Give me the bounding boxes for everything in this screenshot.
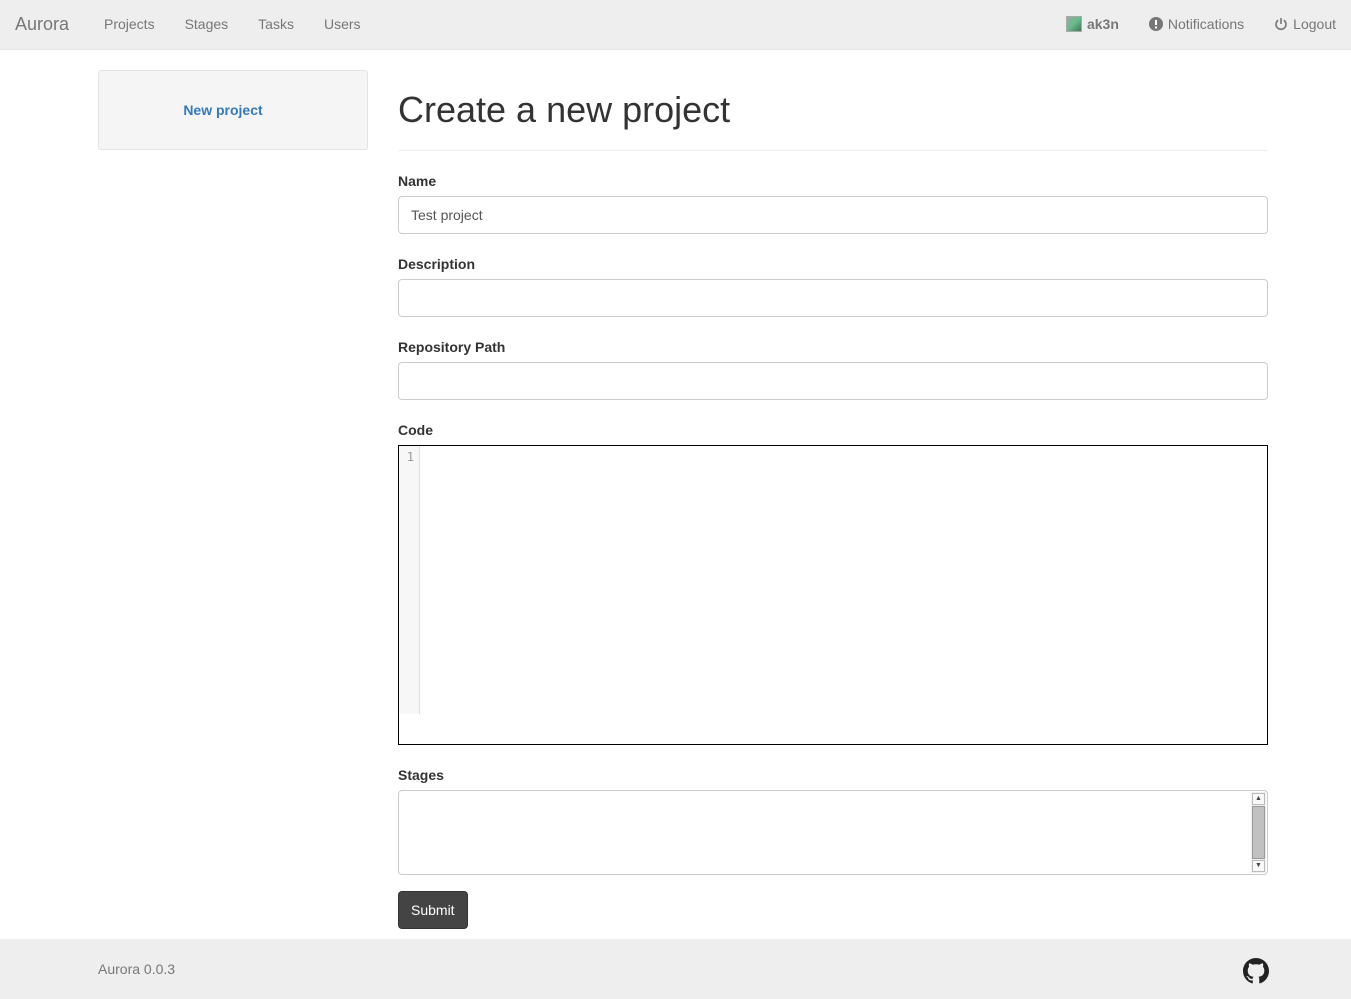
sidebar-item-new-project[interactable]: New project	[183, 102, 262, 118]
name-group: Name	[398, 173, 1268, 234]
page-title: Create a new project	[398, 90, 1268, 151]
line-number: 1	[406, 449, 414, 464]
submit-button[interactable]: Submit	[398, 890, 468, 929]
nav-link-users[interactable]: Users	[324, 16, 361, 32]
github-icon[interactable]	[1243, 958, 1269, 984]
nav-link-projects[interactable]: Projects	[104, 16, 155, 32]
top-navbar: Aurora Projects Stages Tasks Users ak3n …	[0, 0, 1351, 50]
user-name: ak3n	[1086, 16, 1119, 32]
scroll-thumb[interactable]	[1252, 805, 1265, 859]
scroll-up-arrow-icon[interactable]: ▲	[1252, 792, 1265, 805]
repository-path-label: Repository Path	[398, 338, 506, 355]
stages-multiselect[interactable]: ▲ ▼	[398, 789, 1268, 875]
version-text: Aurora 0.0.3	[98, 961, 176, 977]
name-label: Name	[398, 172, 437, 189]
repository-path-input[interactable]	[398, 361, 1268, 400]
description-group: Description	[398, 256, 1268, 317]
logout-label: Logout	[1293, 16, 1336, 32]
stages-scrollbar[interactable]: ▲ ▼	[1251, 791, 1266, 873]
scroll-down-arrow-icon[interactable]: ▼	[1252, 859, 1265, 872]
footer: Aurora 0.0.3	[0, 939, 1351, 999]
description-label: Description	[398, 255, 476, 272]
user-nav: ak3n Notifications Logout	[1065, 16, 1336, 32]
sidebar: New project	[98, 70, 368, 150]
notifications-label: Notifications	[1167, 16, 1245, 32]
exclamation-circle-icon	[1148, 17, 1163, 31]
user-profile-link[interactable]: ak3n	[1065, 16, 1119, 32]
code-label: Code	[398, 421, 433, 438]
code-editor[interactable]: 1	[398, 444, 1268, 745]
code-group: Code 1	[398, 422, 1268, 745]
main-nav: Projects Stages Tasks Users	[104, 16, 391, 32]
notifications-link[interactable]: Notifications	[1148, 16, 1245, 32]
stages-label: Stages	[398, 766, 444, 783]
nav-link-tasks[interactable]: Tasks	[258, 16, 294, 32]
repository-path-group: Repository Path	[398, 339, 1268, 400]
power-icon	[1275, 18, 1287, 31]
stages-group: Stages ▲ ▼	[398, 767, 1268, 875]
description-input[interactable]	[398, 278, 1268, 317]
code-gutter: 1	[399, 445, 420, 714]
nav-link-stages[interactable]: Stages	[185, 16, 229, 32]
main-content: Create a new project Name Description Re…	[398, 70, 1268, 929]
name-input[interactable]	[398, 195, 1268, 234]
logout-link[interactable]: Logout	[1274, 16, 1336, 32]
brand-link[interactable]: Aurora	[15, 14, 69, 35]
avatar	[1065, 16, 1082, 32]
